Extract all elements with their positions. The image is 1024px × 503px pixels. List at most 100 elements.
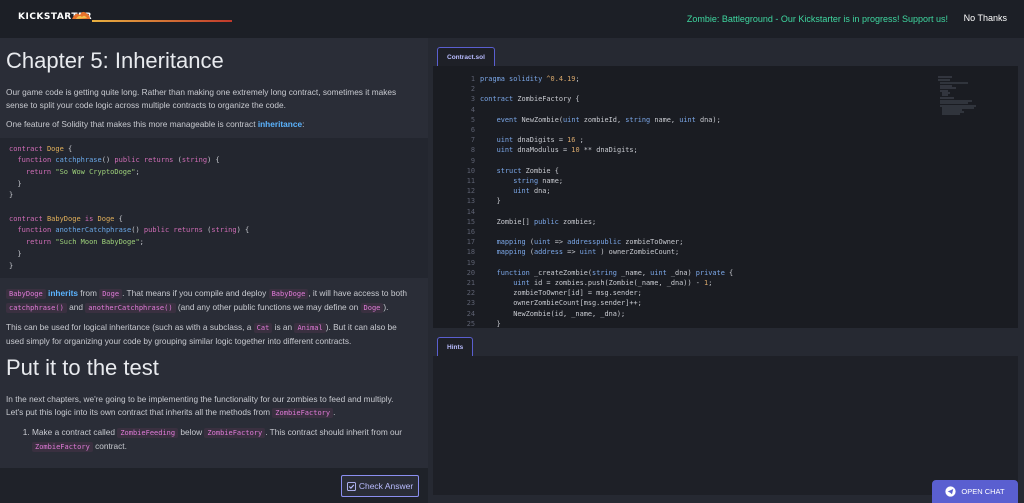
check-answer-button[interactable]: Check Answer xyxy=(341,475,419,497)
code-token: Zombie[] xyxy=(480,217,534,226)
example-code-line: return "Such Moon BabyDoge"; xyxy=(9,237,428,249)
code-token: uint xyxy=(679,115,700,124)
code-token: } xyxy=(480,197,501,206)
flame-icon xyxy=(72,11,90,19)
text: is an xyxy=(272,322,295,333)
editor-line: 17 mapping (uint => addresspublic zombie… xyxy=(433,237,1018,247)
tab-hints[interactable]: Hints xyxy=(437,337,474,356)
line-number: 8 xyxy=(470,146,475,155)
code-token: BabyDoge xyxy=(46,214,85,223)
line-number: 16 xyxy=(466,228,475,236)
line-number: 13 xyxy=(466,197,475,206)
code-token: function xyxy=(17,156,56,165)
lesson-footer: Check Answer xyxy=(0,468,428,503)
code-token: mapping xyxy=(496,238,530,247)
chapter-title: Chapter 5: Inheritance xyxy=(6,48,224,73)
editor-line: 11 string name; xyxy=(433,176,1018,186)
line-number: 5 xyxy=(470,115,475,124)
code-token: zombies; xyxy=(562,217,597,226)
text: , it will have access to both xyxy=(308,288,408,299)
code-token: } xyxy=(9,191,14,200)
code-token: function xyxy=(17,226,56,235)
code-token: uint xyxy=(579,248,597,257)
code-token: public xyxy=(533,217,563,226)
line-code: uint id = zombies.push(Zombie(_name, _dn… xyxy=(480,278,712,288)
line-code: struct Zombie { xyxy=(480,166,559,176)
editor-line: 24 NewZombie(id, _name, _dna); xyxy=(433,309,1018,319)
editor-line: 4 xyxy=(433,105,1018,115)
code-token: dnaDigits = xyxy=(517,136,568,145)
code-token: contract xyxy=(9,214,47,223)
code-token: => xyxy=(567,248,580,257)
code-token: ^0.4.19 xyxy=(546,75,576,83)
code-token: "Such Moon BabyDoge" xyxy=(55,238,140,247)
code-token: return xyxy=(25,167,56,176)
code-token: string xyxy=(625,115,655,124)
open-chat-button[interactable]: OPEN CHAT xyxy=(932,480,1018,503)
editor-line: 10 struct Zombie { xyxy=(433,166,1018,176)
hints-tab-strip: Hints xyxy=(433,328,1018,356)
editor-line: 22 zombieToOwner[id] = msg.sender; xyxy=(433,288,1018,298)
text: : xyxy=(302,119,305,129)
line-code: uint dna; xyxy=(480,186,550,196)
code-token: event xyxy=(496,115,522,124)
inline-code: Doge xyxy=(360,302,384,313)
kickstarter-promo-link[interactable]: Zombie: Battleground - Our Kickstarter i… xyxy=(687,14,948,24)
lesson-panel: Chapter 5: Inheritance Our game code is … xyxy=(0,38,428,503)
inherits-keyword: inherits xyxy=(48,288,78,299)
code-token: address xyxy=(567,238,597,247)
open-chat-label: OPEN CHAT xyxy=(961,487,1005,496)
code-token: ) { xyxy=(207,156,220,165)
logical-inheritance-paragraph: This can be used for logical inheritance… xyxy=(6,321,428,347)
line-code: pragma solidity ^0.4.19; xyxy=(480,74,584,84)
code-token: } xyxy=(9,179,22,188)
line-number: 3 xyxy=(470,95,475,104)
code-token: uint xyxy=(513,187,534,196)
text: Make a contract called xyxy=(32,427,118,438)
example-code-line xyxy=(9,202,428,214)
code-token: function xyxy=(496,268,534,277)
code-token: 10 xyxy=(571,146,584,155)
logo-underline xyxy=(92,20,232,22)
editor-line: 15 Zombie[] public zombies; xyxy=(433,217,1018,227)
code-token: ; xyxy=(575,75,584,83)
code-token: Zombie { xyxy=(525,166,559,175)
tab-contract-sol[interactable]: Contract.sol xyxy=(437,47,495,66)
code-token: uint xyxy=(513,279,534,287)
babydoge-paragraph: BabyDoge inherits from Doge. That means … xyxy=(6,287,428,314)
line-number: 7 xyxy=(470,136,475,145)
line-code: Zombie[] public zombies; xyxy=(480,217,597,227)
code-token: address xyxy=(533,248,568,257)
code-token: pragma solidity xyxy=(480,75,547,83)
text: ). xyxy=(383,301,389,312)
code-token: NewZombie(id, _name, _dna); xyxy=(480,309,626,318)
code-token: { xyxy=(63,144,73,153)
code-token: _dna) xyxy=(670,268,696,277)
line-number: 23 xyxy=(466,299,475,308)
code-token: id = zombies.push(Zombie(_name, _dna)) - xyxy=(533,279,705,287)
line-number: 1 xyxy=(470,75,475,83)
code-token: uint xyxy=(496,146,518,155)
code-token: zombieToOwner[id] = msg.sender; xyxy=(480,289,642,298)
line-number: 11 xyxy=(466,177,475,185)
line-number: 14 xyxy=(466,207,475,216)
no-thanks-button[interactable]: No Thanks xyxy=(964,13,1007,23)
text: One feature of Solidity that makes this … xyxy=(6,119,258,129)
editor-line: 21 uint id = zombies.push(Zombie(_name, … xyxy=(433,278,1018,288)
code-token: Doge xyxy=(97,214,115,223)
code-token: ; xyxy=(575,136,584,145)
code-editor[interactable]: 1 pragma solidity ^0.4.19; 2 3 contract Zom… xyxy=(433,66,1018,328)
line-number: 9 xyxy=(470,156,475,165)
inline-code: catchphrase() xyxy=(6,302,67,313)
code-token: { xyxy=(729,268,734,277)
lesson-content: Chapter 5: Inheritance Our game code is … xyxy=(0,38,428,454)
line-number: 6 xyxy=(470,126,475,134)
inline-code: BabyDoge xyxy=(268,289,309,300)
line-code: NewZombie(id, _name, _dna); xyxy=(480,309,625,319)
code-token: mapping xyxy=(496,248,530,257)
code-token: _name, xyxy=(621,268,651,277)
editor-line: 9 xyxy=(433,156,1018,166)
paper-plane-icon xyxy=(945,486,957,497)
line-code: uint dnaDigits = 16 ; xyxy=(480,135,584,145)
